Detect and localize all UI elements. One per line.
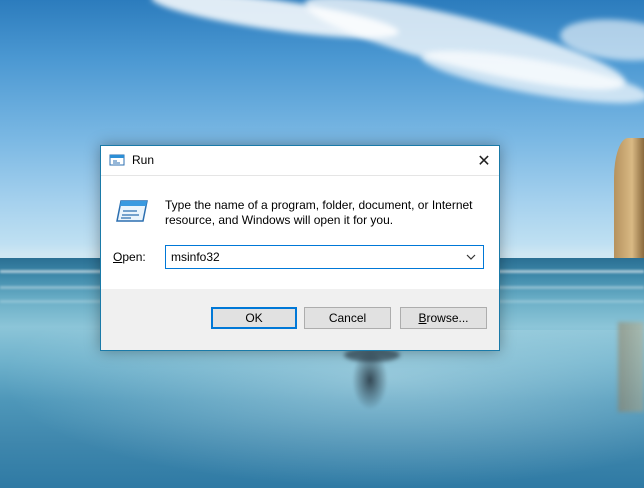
figure-reflection <box>352 350 388 410</box>
dropdown-button[interactable] <box>461 246 481 268</box>
run-icon <box>109 154 125 166</box>
description-text: Type the name of a program, folder, docu… <box>165 198 473 227</box>
open-combobox[interactable] <box>165 245 484 269</box>
wet-sand-reflection <box>0 330 644 488</box>
close-icon: ✕ <box>477 152 491 170</box>
desktop-background: Run ✕ Type the name of a program, folder… <box>0 0 644 488</box>
open-label-rest: pen: <box>122 250 146 264</box>
rock-formation <box>614 138 644 263</box>
close-button[interactable]: ✕ <box>469 146 499 175</box>
dialog-body: Type the name of a program, folder, docu… <box>101 176 499 289</box>
cancel-button[interactable]: Cancel <box>304 307 391 329</box>
run-dialog: Run ✕ Type the name of a program, folder… <box>100 145 500 351</box>
rock-reflection <box>618 322 644 412</box>
run-icon <box>116 200 148 222</box>
ok-button[interactable]: OK <box>211 307 297 329</box>
chevron-down-icon <box>466 254 476 260</box>
title-bar[interactable]: Run ✕ <box>101 146 499 176</box>
open-label-accesskey: O <box>113 250 123 264</box>
open-input[interactable] <box>166 246 456 268</box>
browse-accesskey: B <box>418 311 427 325</box>
browse-button[interactable]: Browse... <box>400 307 487 329</box>
open-label: Open: <box>113 250 146 264</box>
window-title: Run <box>132 153 155 167</box>
browse-label-rest: rowse... <box>426 311 469 325</box>
